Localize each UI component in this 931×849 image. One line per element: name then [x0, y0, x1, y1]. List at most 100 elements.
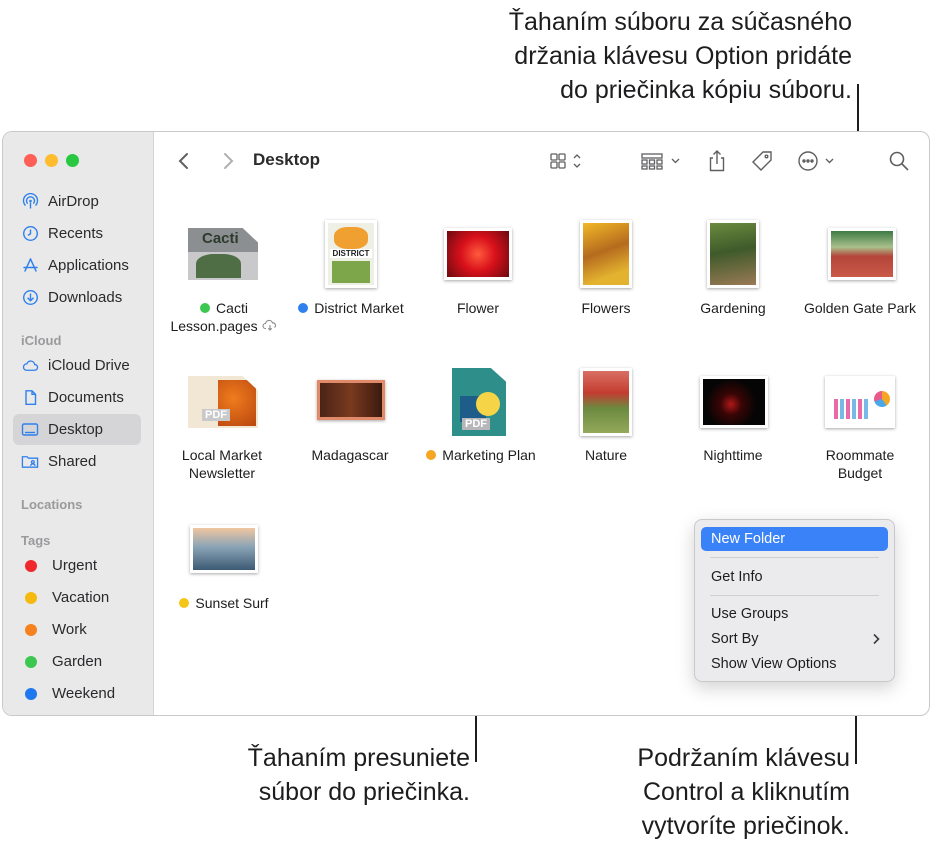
menu-separator [710, 557, 879, 558]
file-label-district-market[interactable]: District Market [286, 299, 416, 317]
file-name: Lesson.pages [170, 318, 258, 334]
sidebar-item-icloud-drive[interactable]: iCloud Drive [13, 350, 141, 381]
sidebar-item-downloads[interactable]: Downloads [13, 282, 141, 313]
sidebar-item-shared[interactable]: Shared [13, 446, 141, 477]
callout-control-click: Podržaním klávesu Control a kliknutím vy… [560, 741, 850, 843]
sidebar-item-label: Work [52, 621, 87, 638]
file-label-flower[interactable]: Flower [413, 299, 543, 317]
sidebar-item-airdrop[interactable]: AirDrop [13, 186, 141, 217]
file-name: Marketing Plan [442, 447, 536, 463]
sidebar-item-documents[interactable]: Documents [13, 382, 141, 413]
file-thumbnail[interactable] [700, 376, 768, 428]
tag-button[interactable] [750, 148, 774, 174]
file-thumbnail[interactable] [317, 380, 385, 420]
view-mode-button[interactable] [548, 148, 588, 174]
file-thumbnail[interactable] [190, 525, 258, 573]
file-name: Flower [456, 300, 499, 316]
group-button[interactable] [640, 148, 686, 174]
sidebar-item-desktop[interactable]: Desktop [13, 414, 141, 445]
file-name: District Market [314, 300, 404, 316]
tag-color-dot [25, 559, 37, 572]
sidebar-item-label: Shared [48, 453, 97, 470]
menu-item-show-view-options[interactable]: Show View Options [701, 652, 888, 676]
file-label-nature[interactable]: Nature [541, 446, 671, 464]
menu-separator [710, 595, 879, 596]
close-window-button[interactable] [24, 154, 37, 167]
sidebar-tag-urgent[interactable]: Urgent [13, 550, 141, 581]
callout-line: do priečinka kópiu súboru. [560, 76, 852, 104]
file-name-line: Lesson.pages [159, 317, 289, 335]
sidebar-item-label: Applications [48, 257, 129, 274]
file-label-local-market-newsletter[interactable]: Local Market Newsletter [157, 446, 287, 482]
menu-item-sort-by[interactable]: Sort By [701, 627, 888, 651]
callout-line: súbor do priečinka. [258, 778, 470, 806]
sidebar-section-tags: Tags [21, 533, 51, 548]
file-thumbnail[interactable]: PDF [452, 368, 506, 436]
callout-line: Control a kliknutím [642, 778, 850, 806]
sidebar-section-locations: Locations [21, 497, 83, 512]
tag-color-dot [25, 623, 37, 636]
sidebar-tag-garden[interactable]: Garden [13, 646, 141, 677]
file-name: Local Market [181, 447, 263, 463]
sidebar-item-recents[interactable]: Recents [13, 218, 141, 249]
tag-color-dot [200, 303, 211, 313]
sidebar-item-label: Vacation [52, 589, 110, 606]
file-name: Golden Gate Park [803, 300, 917, 316]
callout-line: držania klávesu Option pridáte [514, 42, 852, 70]
more-actions-button[interactable] [797, 148, 841, 174]
thumb-cacti-text: Cacti [202, 230, 239, 247]
document-icon [21, 389, 39, 407]
sidebar-item-label: Garden [52, 653, 103, 670]
file-label-sunset-surf[interactable]: Sunset Surf [159, 594, 289, 612]
file-label-cacti[interactable]: Cacti Lesson.pages [159, 299, 289, 335]
file-thumbnail[interactable] [828, 228, 896, 280]
menu-item-new-folder[interactable]: New Folder [701, 527, 888, 551]
icon-view-icon [550, 153, 581, 169]
file-label-marketing-plan[interactable]: Marketing Plan [411, 446, 551, 464]
sidebar-tag-vacation[interactable]: Vacation [13, 582, 141, 613]
search-button[interactable] [887, 148, 911, 174]
file-thumbnail[interactable] [707, 220, 759, 288]
desktop-icon [21, 421, 39, 439]
icloud-download-icon [261, 319, 276, 331]
file-thumbnail[interactable]: Cacti [188, 228, 258, 280]
search-icon [889, 151, 909, 171]
file-name: Flowers [581, 300, 631, 316]
applications-icon [21, 257, 39, 275]
share-button[interactable] [705, 148, 729, 174]
callout-drag-move: Ťahaním presuniete súbor do priečinka. [180, 741, 470, 809]
sidebar-item-label: Downloads [48, 289, 123, 306]
menu-item-get-info[interactable]: Get Info [701, 565, 888, 589]
airdrop-icon [21, 193, 39, 211]
file-thumbnail[interactable] [580, 368, 632, 436]
minimize-window-button[interactable] [45, 154, 58, 167]
file-thumbnail[interactable]: PDF [188, 376, 258, 428]
tag-color-dot [426, 450, 437, 460]
callout-option-drag: Ťahaním súboru za súčasného držania kláv… [332, 5, 852, 107]
sidebar-section-icloud: iCloud [21, 333, 62, 348]
sidebar-tag-work[interactable]: Work [13, 614, 141, 645]
file-thumbnail[interactable]: DISTRICT [325, 220, 377, 288]
forward-button[interactable] [218, 148, 238, 174]
file-label-nighttime[interactable]: Nighttime [668, 446, 798, 464]
file-label-roommate-budget[interactable]: Roommate Budget [795, 446, 925, 482]
file-label-flowers[interactable]: Flowers [541, 299, 671, 317]
callout-line: Podržaním klávesu [637, 744, 850, 772]
sidebar-item-label: Urgent [52, 557, 98, 574]
back-button[interactable] [174, 148, 194, 174]
file-label-gardening[interactable]: Gardening [668, 299, 798, 317]
sidebar-tag-weekend[interactable]: Weekend [13, 678, 141, 709]
sidebar-item-label: Recents [48, 225, 104, 242]
file-thumbnail[interactable] [444, 228, 512, 280]
file-label-madagascar[interactable]: Madagascar [285, 446, 415, 464]
sidebar-item-label: Documents [48, 389, 124, 406]
ellipsis-circle-icon [798, 151, 834, 171]
file-thumbnail[interactable] [825, 376, 895, 428]
zoom-window-button[interactable] [66, 154, 79, 167]
file-label-golden-gate-park[interactable]: Golden Gate Park [795, 299, 925, 317]
sidebar-item-applications[interactable]: Applications [13, 250, 141, 281]
file-name: Sunset Surf [195, 595, 269, 611]
menu-item-use-groups[interactable]: Use Groups [701, 602, 888, 626]
file-thumbnail[interactable] [580, 220, 632, 288]
menu-item-label: Sort By [711, 631, 759, 647]
